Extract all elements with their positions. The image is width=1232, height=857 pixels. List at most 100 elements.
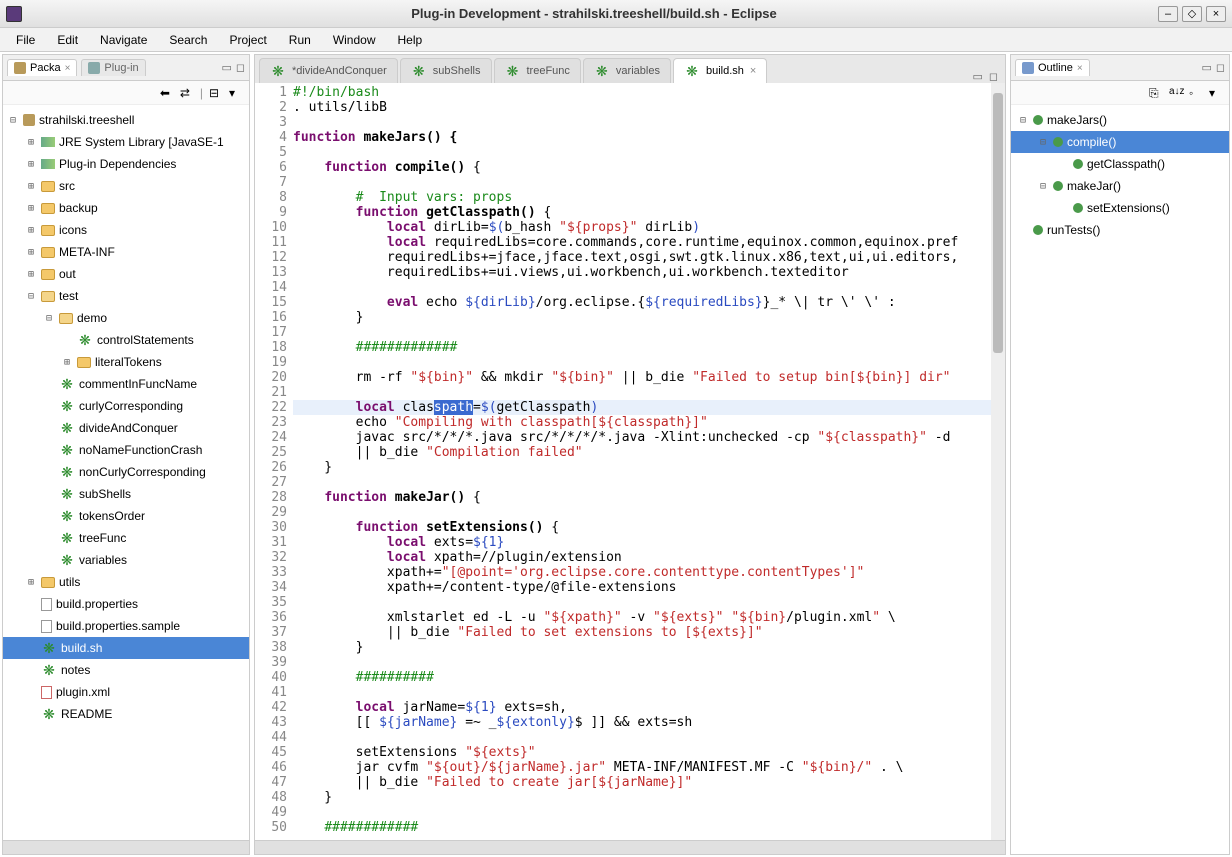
horizontal-scrollbar[interactable] xyxy=(255,840,1005,854)
code-line-6[interactable]: function compile() { xyxy=(293,160,1005,175)
code-line-14[interactable] xyxy=(293,280,1005,295)
file-build-properties-sample[interactable]: build.properties.sample xyxy=(3,615,249,637)
code-line-24[interactable]: javac src/*/*/*.java src/*/*/*/*.java -X… xyxy=(293,430,1005,445)
code-line-30[interactable]: function setExtensions() { xyxy=(293,520,1005,535)
code-line-11[interactable]: local requiredLibs=core.commands,core.ru… xyxy=(293,235,1005,250)
code-line-34[interactable]: xpath+=/content-type/@file-extensions xyxy=(293,580,1005,595)
code-line-46[interactable]: jar cvfm "${out}/${jarName}.jar" META-IN… xyxy=(293,760,1005,775)
expander-icon[interactable]: ⊞ xyxy=(25,269,37,280)
code-line-3[interactable] xyxy=(293,115,1005,130)
code-line-48[interactable]: } xyxy=(293,790,1005,805)
folder-out[interactable]: ⊞out xyxy=(3,263,249,285)
code-line-18[interactable]: ############# xyxy=(293,340,1005,355)
folder-src[interactable]: ⊞src xyxy=(3,175,249,197)
editor-body[interactable]: 1234567891011121314151617181920212223242… xyxy=(255,83,1005,840)
jre-library[interactable]: ⊞JRE System Library [JavaSE-1 xyxy=(3,131,249,153)
code-line-28[interactable]: function makeJar() { xyxy=(293,490,1005,505)
code-line-22[interactable]: local classpath=$(getClasspath) xyxy=(293,400,1005,415)
close-icon[interactable]: × xyxy=(750,65,756,77)
code-area[interactable]: #!/bin/bash. utils/libB function makeJar… xyxy=(293,83,1005,840)
test-subShells[interactable]: ❋subShells xyxy=(3,483,249,505)
code-line-9[interactable]: function getClasspath() { xyxy=(293,205,1005,220)
expander-icon[interactable]: ⊞ xyxy=(25,225,37,236)
menu-run[interactable]: Run xyxy=(279,31,321,49)
outline-tab[interactable]: Outline × xyxy=(1015,59,1090,76)
menu-icon[interactable]: ▾ xyxy=(229,86,243,100)
code-line-36[interactable]: xmlstarlet ed -L -u "${xpath}" -v "${ext… xyxy=(293,610,1005,625)
outline-runtests[interactable]: runTests() xyxy=(1011,219,1229,241)
test-noNameFunctionCrash[interactable]: ❋noNameFunctionCrash xyxy=(3,439,249,461)
expander-icon[interactable]: ⊞ xyxy=(25,181,37,192)
code-line-4[interactable]: function makeJars() { xyxy=(293,130,1005,145)
link-icon[interactable]: ⇄ xyxy=(180,86,194,100)
code-line-17[interactable] xyxy=(293,325,1005,340)
maximize-view-icon[interactable]: ◻ xyxy=(989,70,998,83)
test-commentInFuncName[interactable]: ❋commentInFuncName xyxy=(3,373,249,395)
focus-icon[interactable]: ⎘ xyxy=(1149,86,1163,100)
collapse-icon[interactable]: ⊟ xyxy=(209,86,223,100)
vertical-scrollbar[interactable] xyxy=(991,83,1005,840)
test-curlyCorresponding[interactable]: ❋curlyCorresponding xyxy=(3,395,249,417)
code-line-41[interactable] xyxy=(293,685,1005,700)
menu-edit[interactable]: Edit xyxy=(47,31,88,49)
test-treeFunc[interactable]: ❋treeFunc xyxy=(3,527,249,549)
outline-makejars[interactable]: ⊟makeJars() xyxy=(1011,109,1229,131)
code-line-29[interactable] xyxy=(293,505,1005,520)
code-line-13[interactable]: requiredLibs+=ui.views,ui.workbench,ui.w… xyxy=(293,265,1005,280)
plugin-deps[interactable]: ⊞Plug-in Dependencies xyxy=(3,153,249,175)
minimize-view-icon[interactable]: ▭ xyxy=(221,61,231,74)
code-line-32[interactable]: local xpath=//plugin/extension xyxy=(293,550,1005,565)
menu-window[interactable]: Window xyxy=(323,31,386,49)
folder-test[interactable]: ⊟test xyxy=(3,285,249,307)
expander-icon[interactable]: ⊞ xyxy=(25,203,37,214)
outline-getclasspath[interactable]: getClasspath() xyxy=(1011,153,1229,175)
code-line-25[interactable]: || b_die "Compilation failed" xyxy=(293,445,1005,460)
menu-navigate[interactable]: Navigate xyxy=(90,31,157,49)
package-explorer-tab[interactable]: Packa × xyxy=(7,59,77,76)
maximize-view-icon[interactable]: ◻ xyxy=(1216,61,1225,74)
close-button[interactable]: × xyxy=(1206,6,1226,22)
outline-tree[interactable]: ⊟makeJars()⊟compile() getClasspath()⊟mak… xyxy=(1011,105,1229,854)
code-line-27[interactable] xyxy=(293,475,1005,490)
code-line-20[interactable]: rm -rf "${bin}" && mkdir "${bin}" || b_d… xyxy=(293,370,1005,385)
code-line-21[interactable] xyxy=(293,385,1005,400)
code-line-26[interactable]: } xyxy=(293,460,1005,475)
demo-controlstatements[interactable]: ❋controlStatements xyxy=(3,329,249,351)
minimize-view-icon[interactable]: ▭ xyxy=(1201,61,1211,74)
minimize-view-icon[interactable]: ▭ xyxy=(972,70,982,83)
test-nonCurlyCorresponding[interactable]: ❋nonCurlyCorresponding xyxy=(3,461,249,483)
code-line-42[interactable]: local jarName=${1} exts=sh, xyxy=(293,700,1005,715)
expander-icon[interactable]: ⊞ xyxy=(25,577,37,588)
folder-utils[interactable]: ⊞utils xyxy=(3,571,249,593)
expander-icon[interactable]: ⊟ xyxy=(43,313,55,324)
code-line-23[interactable]: echo "Compiling with classpath[${classpa… xyxy=(293,415,1005,430)
back-icon[interactable]: ⬅ xyxy=(160,86,174,100)
package-tree[interactable]: ⊟strahilski.treeshell⊞JRE System Library… xyxy=(3,105,249,840)
expander-icon[interactable]: ⊟ xyxy=(1017,115,1029,126)
minimize-button[interactable]: – xyxy=(1158,6,1178,22)
code-line-45[interactable]: setExtensions "${exts}" xyxy=(293,745,1005,760)
code-line-50[interactable]: ############ xyxy=(293,820,1005,835)
code-line-44[interactable] xyxy=(293,730,1005,745)
sort-icon[interactable]: a↓z xyxy=(1169,86,1183,100)
code-line-8[interactable]: # Input vars: props xyxy=(293,190,1005,205)
filter-icon[interactable]: ◦ xyxy=(1189,86,1203,100)
editor-tab-treefunc[interactable]: ❋treeFunc xyxy=(494,58,581,83)
code-line-12[interactable]: requiredLibs+=jface,jface.text,osgi,swt.… xyxy=(293,250,1005,265)
menu-icon[interactable]: ▾ xyxy=(1209,86,1223,100)
editor-tab-buildsh[interactable]: ❋build.sh× xyxy=(673,58,767,83)
menu-project[interactable]: Project xyxy=(219,31,276,49)
folder-meta[interactable]: ⊞META-INF xyxy=(3,241,249,263)
code-line-43[interactable]: [[ ${jarName} =~ _${extonly}$ ]] && exts… xyxy=(293,715,1005,730)
code-line-37[interactable]: || b_die "Failed to set extensions to [$… xyxy=(293,625,1005,640)
outline-setextensions[interactable]: setExtensions() xyxy=(1011,197,1229,219)
code-line-31[interactable]: local exts=${1} xyxy=(293,535,1005,550)
code-line-2[interactable]: . utils/libB xyxy=(293,100,1005,115)
code-line-10[interactable]: local dirLib=$(b_hash "${props}" dirLib) xyxy=(293,220,1005,235)
expander-icon[interactable]: ⊟ xyxy=(25,291,37,302)
code-line-49[interactable] xyxy=(293,805,1005,820)
code-line-16[interactable]: } xyxy=(293,310,1005,325)
folder-icons[interactable]: ⊞icons xyxy=(3,219,249,241)
file-plugin-xml[interactable]: plugin.xml xyxy=(3,681,249,703)
test-variables[interactable]: ❋variables xyxy=(3,549,249,571)
